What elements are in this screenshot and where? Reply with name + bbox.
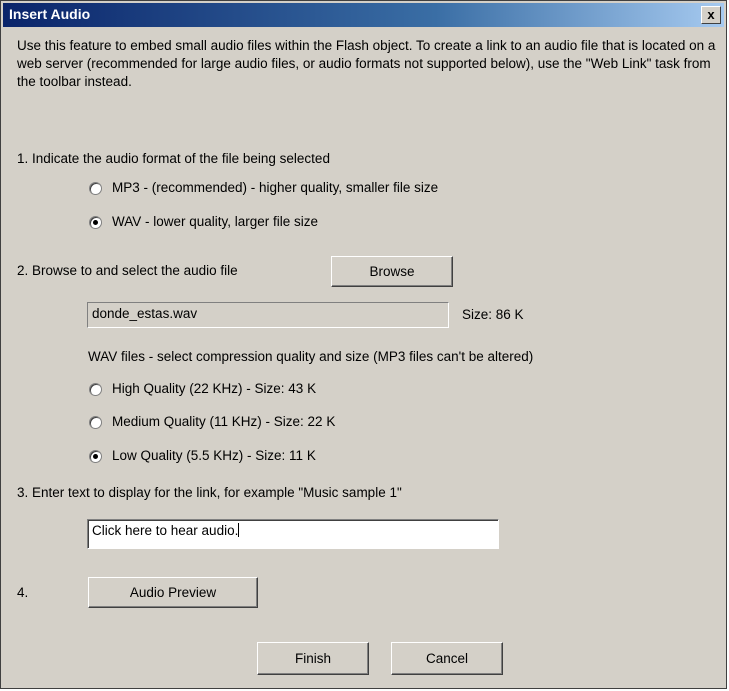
close-icon: x (707, 7, 715, 22)
browse-button[interactable]: Browse (331, 256, 453, 287)
compression-label: WAV files - select compression quality a… (88, 349, 534, 364)
low-quality-radio[interactable] (89, 450, 102, 463)
insert-audio-dialog: Insert Audio x Use this feature to embed… (0, 0, 727, 689)
step2-label: 2. Browse to and select the audio file (17, 263, 238, 278)
title-bar[interactable]: Insert Audio x (3, 3, 724, 27)
high-quality-radio[interactable] (89, 383, 102, 396)
file-size-label: Size: 86 K (462, 307, 524, 322)
low-quality-label[interactable]: Low Quality (5.5 KHz) - Size: 11 K (112, 448, 316, 463)
wav-option-label[interactable]: WAV - lower quality, larger file size (112, 214, 318, 229)
medium-quality-radio[interactable] (89, 416, 102, 429)
selected-file-field: donde_estas.wav (87, 302, 449, 328)
intro-text: Use this feature to embed small audio fi… (17, 38, 716, 89)
step3-label: 3. Enter text to display for the link, f… (17, 485, 402, 500)
mp3-option-label[interactable]: MP3 - (recommended) - higher quality, sm… (112, 180, 438, 195)
cancel-button[interactable]: Cancel (391, 642, 503, 675)
audio-preview-button[interactable]: Audio Preview (88, 577, 258, 608)
text-caret (238, 523, 240, 537)
step1-label: 1. Indicate the audio format of the file… (17, 151, 330, 166)
wav-radio[interactable] (89, 216, 102, 229)
close-button[interactable]: x (701, 6, 721, 24)
link-text-input[interactable]: Click here to hear audio. (87, 519, 499, 549)
mp3-radio[interactable] (89, 182, 102, 195)
medium-quality-label[interactable]: Medium Quality (11 KHz) - Size: 22 K (112, 414, 335, 429)
high-quality-label[interactable]: High Quality (22 KHz) - Size: 43 K (112, 381, 316, 396)
step4-label: 4. (17, 585, 29, 600)
finish-button[interactable]: Finish (257, 642, 369, 675)
link-text-value: Click here to hear audio. (92, 523, 239, 538)
dialog-title: Insert Audio (9, 6, 91, 22)
